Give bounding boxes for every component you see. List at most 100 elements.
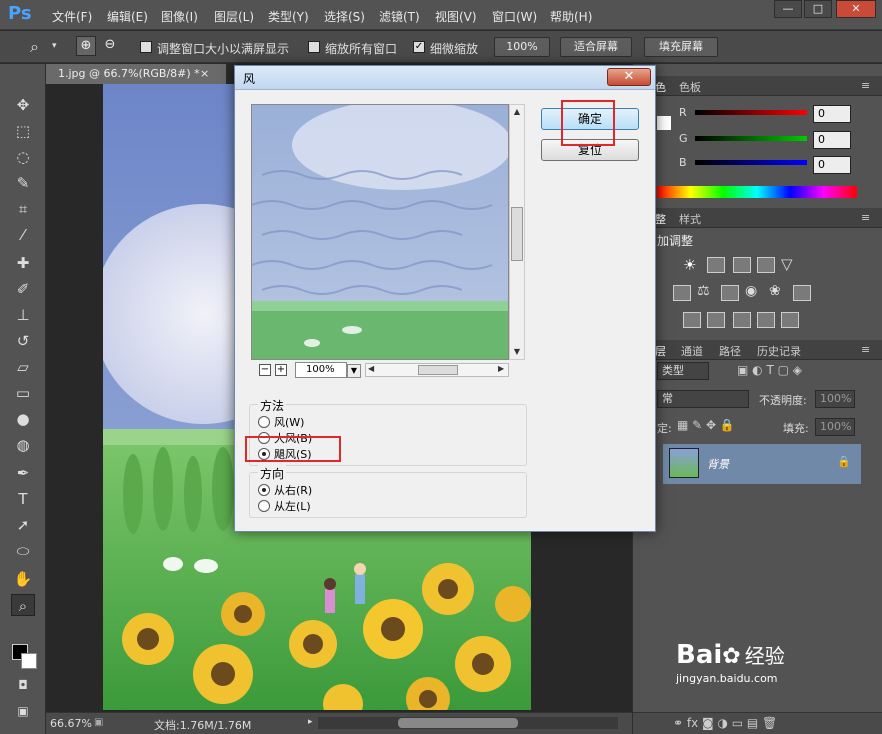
menu-layer[interactable]: 图层(L) bbox=[214, 8, 254, 25]
stamp-tool-icon[interactable]: ⊥ bbox=[11, 304, 35, 326]
tab-color[interactable]: 色 bbox=[655, 79, 666, 95]
b-value-input[interactable]: 0 bbox=[813, 156, 851, 174]
close-window-button[interactable]: ✕ bbox=[836, 0, 876, 18]
quick-mask-icon[interactable]: ◘ bbox=[11, 674, 35, 696]
filter-icons[interactable]: ▣ ◐ T ▢ ◈ bbox=[737, 363, 802, 377]
path-select-tool-icon[interactable]: ➚ bbox=[11, 514, 35, 536]
scrollbar-thumb[interactable] bbox=[398, 718, 518, 728]
menu-file[interactable]: 文件(F) bbox=[52, 8, 92, 25]
hue-saturation-icon[interactable] bbox=[673, 285, 691, 301]
status-menu-arrow-icon[interactable]: ▸ bbox=[308, 717, 313, 727]
filter-preview[interactable] bbox=[251, 104, 509, 360]
channel-mixer-icon[interactable]: ❀ bbox=[769, 283, 781, 299]
layer-footer-icons[interactable]: ⚭ fx ◙ ◑ ▭ ▤ 🗑 bbox=[673, 716, 777, 730]
scroll-down-icon[interactable]: ▼ bbox=[510, 347, 524, 356]
preview-scroll-thumb[interactable] bbox=[511, 207, 523, 261]
radio-from-right[interactable] bbox=[258, 484, 270, 496]
blend-mode-select[interactable]: 常 bbox=[657, 390, 749, 408]
lasso-tool-icon[interactable]: ◌ bbox=[11, 146, 35, 168]
opacity-input[interactable]: 100% bbox=[815, 390, 855, 408]
dialog-close-button[interactable]: ✕ bbox=[607, 68, 651, 86]
hand-tool-icon[interactable]: ✋ bbox=[11, 568, 35, 590]
threshold-icon[interactable] bbox=[733, 312, 751, 328]
move-tool-icon[interactable]: ✥ bbox=[11, 94, 35, 116]
r-value-input[interactable]: 0 bbox=[813, 105, 851, 123]
background-color-swatch[interactable] bbox=[21, 653, 37, 669]
brush-tool-icon[interactable]: ✐ bbox=[11, 278, 35, 300]
zoom-in-icon[interactable]: ⊕ bbox=[76, 36, 96, 56]
posterize-icon[interactable] bbox=[707, 312, 725, 328]
invert-icon[interactable] bbox=[683, 312, 701, 328]
zoom-all-checkbox[interactable] bbox=[308, 41, 320, 53]
menu-edit[interactable]: 编辑(E) bbox=[107, 8, 148, 25]
marquee-tool-icon[interactable]: ⬚ bbox=[11, 120, 35, 142]
resize-windows-checkbox[interactable] bbox=[140, 41, 152, 53]
horizontal-scrollbar[interactable] bbox=[318, 717, 618, 729]
tab-paths[interactable]: 路径 bbox=[719, 343, 741, 359]
menu-filter[interactable]: 滤镜(T) bbox=[379, 8, 420, 25]
dialog-zoom-value[interactable]: 100% bbox=[295, 362, 347, 378]
selective-color-icon[interactable] bbox=[757, 312, 775, 328]
quick-select-tool-icon[interactable]: ✎ bbox=[11, 172, 35, 194]
blur-tool-icon[interactable]: ● bbox=[11, 408, 35, 430]
fit-screen-button[interactable]: 适合屏幕 bbox=[560, 37, 632, 57]
exposure-icon[interactable] bbox=[757, 257, 775, 273]
b-slider[interactable] bbox=[695, 160, 807, 165]
gradient-tool-icon[interactable]: ▭ bbox=[11, 382, 35, 404]
tab-channels[interactable]: 通道 bbox=[681, 343, 703, 359]
vibrance-icon[interactable]: ▽ bbox=[781, 255, 793, 273]
zoom-tool-icon[interactable]: ⌕ bbox=[30, 37, 39, 57]
zoom-out-button[interactable]: − bbox=[259, 364, 271, 376]
minimize-button[interactable]: — bbox=[774, 0, 802, 18]
maximize-button[interactable]: □ bbox=[804, 0, 832, 18]
brightness-icon[interactable]: ☀ bbox=[683, 256, 696, 274]
dodge-tool-icon[interactable]: ◍ bbox=[11, 434, 35, 456]
tab-styles[interactable]: 样式 bbox=[679, 211, 701, 227]
direction-left-option[interactable]: 从左(L) bbox=[258, 499, 311, 513]
chevron-down-icon[interactable]: ▾ bbox=[52, 41, 57, 51]
preview-horizontal-scrollbar[interactable]: ◀ ▶ bbox=[365, 363, 509, 377]
radio-wind[interactable] bbox=[258, 416, 270, 428]
black-white-icon[interactable] bbox=[721, 285, 739, 301]
pen-tool-icon[interactable]: ✒ bbox=[11, 462, 35, 484]
scroll-right-icon[interactable]: ▶ bbox=[498, 364, 504, 373]
zoom-100-button[interactable]: 100% bbox=[494, 37, 550, 57]
eraser-tool-icon[interactable]: ▱ bbox=[11, 356, 35, 378]
zoom-out-icon[interactable]: ⊖ bbox=[100, 36, 120, 56]
scrubby-zoom-checkbox[interactable]: ✓ bbox=[413, 41, 425, 53]
scroll-left-icon[interactable]: ◀ bbox=[368, 364, 374, 373]
eyedropper-tool-icon[interactable]: ⁄ bbox=[11, 224, 35, 246]
shape-tool-icon[interactable]: ⬭ bbox=[11, 540, 35, 562]
menu-window[interactable]: 窗口(W) bbox=[492, 8, 537, 25]
menu-help[interactable]: 帮助(H) bbox=[550, 8, 592, 25]
crop-tool-icon[interactable]: ⌗ bbox=[11, 198, 35, 220]
tab-adjustments[interactable]: 整 bbox=[655, 211, 666, 227]
color-preview-swatch[interactable] bbox=[657, 116, 671, 130]
screen-mode-icon[interactable]: ▣ bbox=[11, 700, 35, 722]
menu-view[interactable]: 视图(V) bbox=[435, 8, 477, 25]
menu-select[interactable]: 选择(S) bbox=[324, 8, 365, 25]
fill-screen-button[interactable]: 填充屏幕 bbox=[644, 37, 718, 57]
panel-menu-icon[interactable]: ≡ bbox=[861, 211, 870, 224]
curves-icon[interactable] bbox=[733, 257, 751, 273]
color-balance-icon[interactable]: ⚖ bbox=[697, 283, 710, 299]
document-tab[interactable]: 1.jpg @ 66.7%(RGB/8#) * × bbox=[46, 64, 226, 84]
tab-history[interactable]: 历史记录 bbox=[757, 343, 801, 359]
color-lookup-icon[interactable] bbox=[793, 285, 811, 301]
dialog-titlebar[interactable]: 风 ✕ bbox=[235, 66, 655, 90]
zoom-in-button[interactable]: + bbox=[275, 364, 287, 376]
g-slider[interactable] bbox=[695, 136, 807, 141]
menu-image[interactable]: 图像(I) bbox=[161, 8, 198, 25]
preview-hscroll-thumb[interactable] bbox=[418, 365, 458, 375]
preview-vertical-scrollbar[interactable]: ▲ ▼ bbox=[509, 104, 525, 360]
lock-icons[interactable]: ▦ ✎ ✥ 🔒 bbox=[677, 418, 735, 432]
fill-input[interactable]: 100% bbox=[815, 418, 855, 436]
layer-row-background[interactable]: 背景 🔒 bbox=[663, 444, 861, 484]
zoom-tool-active-icon[interactable]: ⌕ bbox=[11, 594, 35, 616]
panel-menu-icon[interactable]: ≡ bbox=[861, 343, 870, 356]
photo-filter-icon[interactable]: ◉ bbox=[745, 283, 757, 299]
gradient-map-icon[interactable] bbox=[781, 312, 799, 328]
zoom-dropdown-icon[interactable]: ▼ bbox=[347, 364, 361, 378]
levels-icon[interactable] bbox=[707, 257, 725, 273]
method-wind-option[interactable]: 风(W) bbox=[258, 415, 304, 429]
